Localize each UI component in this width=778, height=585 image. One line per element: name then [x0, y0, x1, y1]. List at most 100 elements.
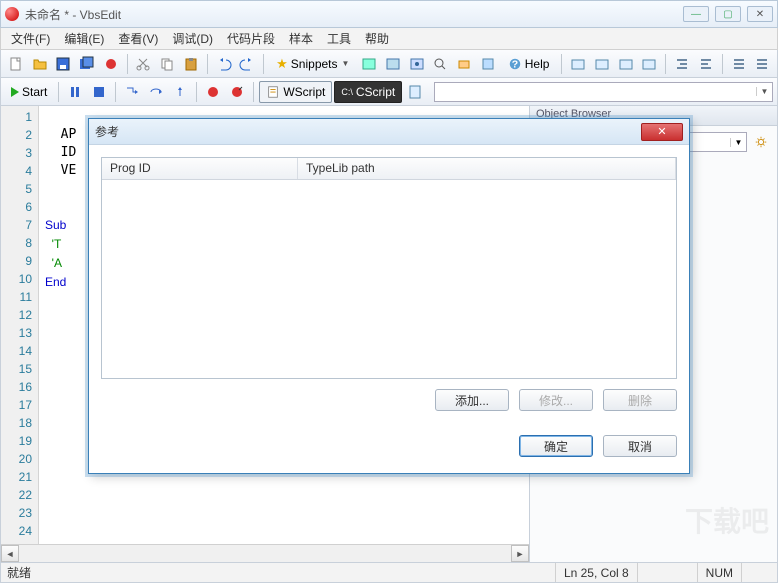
status-num: NUM: [697, 563, 741, 582]
cancel-button[interactable]: 取消: [603, 435, 677, 457]
chevron-down-icon: ▼: [730, 138, 746, 147]
scroll-track[interactable]: [19, 545, 511, 562]
separator: [561, 54, 562, 74]
status-ready: 就绪: [7, 564, 31, 581]
menubar: 文件(F) 编辑(E) 查看(V) 调试(D) 代码片段 样本 工具 帮助: [0, 28, 778, 50]
tool-button-3[interactable]: [406, 53, 428, 75]
search-box[interactable]: ▼: [434, 82, 773, 102]
window-button-2[interactable]: [591, 53, 613, 75]
find-button[interactable]: [430, 53, 452, 75]
add-button[interactable]: 添加...: [435, 389, 509, 411]
delete-button[interactable]: 删除: [603, 389, 677, 411]
ok-button[interactable]: 确定: [519, 435, 593, 457]
column-typelib[interactable]: TypeLib path: [298, 158, 676, 179]
line-gutter: 1234567891011121314151617181920212223242…: [1, 106, 39, 562]
document-button[interactable]: [404, 81, 426, 103]
maximize-button[interactable]: ▢: [715, 6, 741, 22]
scroll-left-button[interactable]: ◄: [1, 545, 19, 562]
window-button-4[interactable]: [639, 53, 661, 75]
breakpoint-button[interactable]: [202, 81, 224, 103]
help-icon: ?: [508, 57, 522, 71]
comment-button[interactable]: [728, 53, 750, 75]
cscript-button[interactable]: C:\CScript: [334, 81, 402, 103]
wscript-label: WScript: [283, 85, 325, 99]
close-button[interactable]: ✕: [747, 6, 773, 22]
undo-button[interactable]: [213, 53, 235, 75]
outdent-button[interactable]: [695, 53, 717, 75]
new-file-button[interactable]: [5, 53, 27, 75]
script-icon: [266, 85, 280, 99]
menu-view[interactable]: 查看(V): [112, 28, 164, 49]
minimize-button[interactable]: —: [683, 6, 709, 22]
separator: [196, 82, 197, 102]
window-titlebar: 未命名 * - VbsEdit — ▢ ✕: [0, 0, 778, 28]
tool-button-2[interactable]: [382, 53, 404, 75]
chevron-down-icon: ▼: [342, 59, 350, 68]
start-button[interactable]: Start: [5, 81, 53, 103]
gear-icon: [754, 135, 768, 149]
step-out-button[interactable]: [169, 81, 191, 103]
search-input[interactable]: [435, 85, 756, 99]
dialog-title: 参考: [95, 123, 641, 140]
modify-button[interactable]: 修改...: [519, 389, 593, 411]
redo-button[interactable]: [236, 53, 258, 75]
menu-file[interactable]: 文件(F): [5, 28, 56, 49]
window-title: 未命名 * - VbsEdit: [25, 6, 683, 23]
toggle-breakpoint-button[interactable]: [226, 81, 248, 103]
dialog-close-button[interactable]: ✕: [641, 123, 683, 141]
record-button[interactable]: [100, 53, 122, 75]
stop-button[interactable]: [88, 81, 110, 103]
pause-button[interactable]: [64, 81, 86, 103]
column-progid[interactable]: Prog ID: [102, 158, 298, 179]
dialog-titlebar: 参考 ✕: [89, 119, 689, 145]
separator: [263, 54, 264, 74]
save-all-button[interactable]: [76, 53, 98, 75]
references-listview[interactable]: Prog ID TypeLib path: [101, 157, 677, 379]
menu-snippets[interactable]: 代码片段: [221, 28, 281, 49]
status-position: Ln 25, Col 8: [555, 563, 637, 582]
help-label: Help: [525, 57, 550, 71]
indent-button[interactable]: [671, 53, 693, 75]
object-browser-settings[interactable]: [751, 132, 771, 152]
separator: [127, 54, 128, 74]
paste-button[interactable]: [180, 53, 202, 75]
window-button-3[interactable]: [615, 53, 637, 75]
snippets-label: Snippets: [291, 57, 338, 71]
start-label: Start: [22, 85, 47, 99]
menu-debug[interactable]: 调试(D): [166, 28, 219, 49]
tool-button-5[interactable]: [477, 53, 499, 75]
tool-button-4[interactable]: [453, 53, 475, 75]
menu-edit[interactable]: 编辑(E): [58, 28, 110, 49]
step-into-button[interactable]: [121, 81, 143, 103]
search-dropdown[interactable]: ▼: [756, 87, 772, 96]
save-button[interactable]: [52, 53, 74, 75]
separator: [58, 82, 59, 102]
window-button-1[interactable]: [567, 53, 589, 75]
copy-button[interactable]: [156, 53, 178, 75]
help-button[interactable]: ?Help: [501, 53, 557, 75]
status-empty1: [637, 563, 697, 582]
separator: [115, 82, 116, 102]
horizontal-scrollbar[interactable]: ◄ ►: [1, 544, 529, 562]
separator: [253, 82, 254, 102]
uncomment-button[interactable]: [751, 53, 773, 75]
cut-button[interactable]: [133, 53, 155, 75]
step-over-button[interactable]: [145, 81, 167, 103]
status-empty2: [741, 563, 771, 582]
statusbar: 就绪 Ln 25, Col 8 NUM: [0, 563, 778, 583]
toolbar-main: ★Snippets ▼ ?Help: [0, 50, 778, 78]
toolbar-debug: Start WScript C:\CScript ▼: [0, 78, 778, 106]
app-icon: [5, 7, 19, 21]
open-file-button[interactable]: [29, 53, 51, 75]
scroll-right-button[interactable]: ►: [511, 545, 529, 562]
menu-tools[interactable]: 工具: [321, 28, 357, 49]
wscript-button[interactable]: WScript: [259, 81, 332, 103]
console-icon: C:\: [341, 87, 353, 97]
menu-samples[interactable]: 样本: [283, 28, 319, 49]
tool-button-1[interactable]: [358, 53, 380, 75]
star-icon: ★: [276, 56, 288, 72]
menu-help[interactable]: 帮助: [359, 28, 395, 49]
separator: [207, 54, 208, 74]
snippets-button[interactable]: ★Snippets ▼: [269, 53, 356, 75]
cscript-label: CScript: [356, 85, 395, 99]
